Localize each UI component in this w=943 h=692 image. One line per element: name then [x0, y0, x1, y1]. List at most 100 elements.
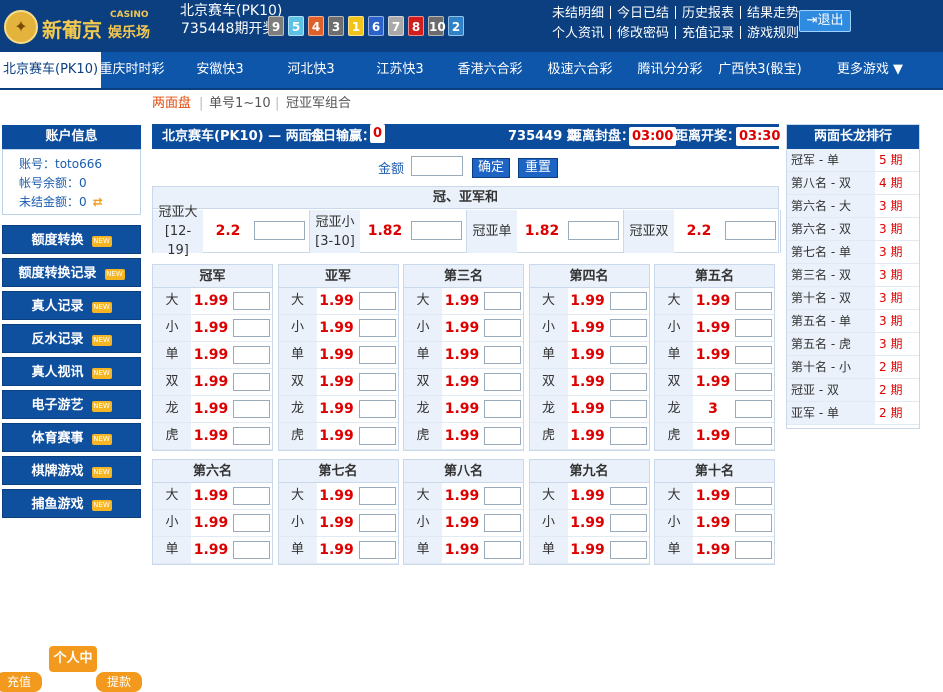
sidebar-button[interactable]: 反水记录 NEW — [2, 324, 141, 353]
bet-amount-input[interactable] — [233, 541, 270, 559]
nav-game-3[interactable]: 河北快3 — [287, 52, 334, 88]
bet-amount-input[interactable] — [484, 487, 521, 505]
sidebar-button[interactable]: 真人记录 NEW — [2, 291, 141, 320]
bet-amount-input[interactable] — [609, 373, 647, 391]
bet-amount-input[interactable] — [609, 487, 647, 505]
bet-amount-input[interactable] — [609, 292, 647, 310]
top-link[interactable]: 结果走势 — [747, 6, 799, 21]
bet-amount-input[interactable] — [358, 487, 396, 505]
bet-amount-input[interactable] — [484, 400, 521, 418]
nav-game-9[interactable]: 更多游戏 ▼ — [837, 52, 903, 88]
personal-center-button[interactable]: 个人中 — [49, 646, 97, 672]
bet-amount-input[interactable] — [609, 346, 647, 364]
bet-amount-input[interactable] — [484, 373, 521, 391]
bet-amount-input[interactable] — [358, 541, 396, 559]
bet-amount-input[interactable] — [484, 319, 521, 337]
logout-button[interactable]: ⇥退出 — [799, 10, 851, 32]
ranking-label: 第十名 - 双 — [787, 287, 875, 309]
bet-amount-input[interactable] — [484, 292, 521, 310]
bet-amount-input[interactable] — [233, 427, 270, 445]
bet-name: 小 — [278, 315, 317, 341]
top-link[interactable]: 充值记录 — [682, 26, 734, 41]
bet-amount-input[interactable] — [609, 541, 647, 559]
tab-liangmianpan[interactable]: 两面盘 — [152, 90, 191, 118]
bet-amount-input[interactable] — [735, 373, 772, 391]
bet-amount-input[interactable] — [358, 292, 396, 310]
top-link[interactable]: 未结明细 — [552, 6, 604, 21]
bet-amount-input[interactable] — [358, 427, 396, 445]
sidebar-button[interactable]: 额度转换 NEW — [2, 225, 141, 254]
bet-amount-input[interactable] — [735, 427, 772, 445]
sidebar-button[interactable]: 电子游艺 NEW — [2, 390, 141, 419]
nav-game-1[interactable]: 重庆时时彩 — [99, 52, 164, 88]
nav-game-7[interactable]: 腾讯分分彩 — [637, 52, 702, 88]
guanya-bet-input[interactable] — [411, 221, 462, 240]
sidebar-button[interactable]: 棋牌游戏 NEW — [2, 456, 141, 485]
bet-amount-input[interactable] — [609, 514, 647, 532]
bet-name: 双 — [404, 369, 442, 395]
site-logo[interactable]: ✦ 新葡京 CASINO 娱乐场 — [4, 8, 150, 44]
top-link[interactable]: 个人资讯 — [552, 26, 604, 41]
bet-amount-input[interactable] — [735, 514, 772, 532]
top-link[interactable]: 修改密码 — [617, 26, 669, 41]
bet-amount-input[interactable] — [233, 319, 270, 337]
bet-amount-input[interactable] — [609, 400, 647, 418]
nav-game-4[interactable]: 江苏快3 — [376, 52, 423, 88]
guanya-bet-input[interactable] — [568, 221, 619, 240]
bet-amount-input[interactable] — [735, 487, 772, 505]
panel-title: 北京赛车(PK10) — 两面盘 — [162, 129, 325, 144]
bet-amount-input[interactable] — [735, 319, 772, 337]
bet-amount-input[interactable] — [233, 292, 270, 310]
bet-amount-input[interactable] — [358, 319, 396, 337]
guanya-bet-input[interactable] — [254, 221, 305, 240]
guanya-bet-name: 冠亚大[12-19] — [153, 205, 203, 258]
nav-game-6[interactable]: 极速六合彩 — [547, 52, 612, 88]
sidebar-button[interactable]: 额度转换记录 NEW — [2, 258, 141, 287]
bet-odds: 1.99 — [570, 428, 605, 444]
bet-odds: 1.99 — [193, 320, 229, 336]
sidebar-button[interactable]: 体育赛事 NEW — [2, 423, 141, 452]
bet-amount-input[interactable] — [484, 514, 521, 532]
sidebar-button[interactable]: 捕鱼游戏 NEW — [2, 489, 141, 518]
top-link[interactable]: 游戏规则 — [747, 26, 799, 41]
withdraw-button[interactable]: 提款 — [96, 672, 142, 692]
top-link[interactable]: 历史报表 — [682, 6, 734, 21]
ranking-row: 第十名 - 双 3 期 — [787, 287, 919, 310]
top-link[interactable]: 今日已结 — [617, 6, 669, 21]
guanya-bet-cell: 冠亚单 1.82 — [467, 210, 624, 253]
amount-input[interactable] — [411, 156, 463, 176]
bet-amount-input[interactable] — [484, 541, 521, 559]
nav-game-8[interactable]: 广西快3(骰宝) — [718, 52, 801, 88]
bet-amount-input[interactable] — [233, 346, 270, 364]
bet-amount-input[interactable] — [358, 400, 396, 418]
bet-amount-input[interactable] — [484, 346, 521, 364]
position-title: 第三名 — [404, 265, 523, 288]
bet-amount-input[interactable] — [233, 487, 270, 505]
bet-amount-input[interactable] — [233, 373, 270, 391]
tab-guanya-combo[interactable]: 冠亚军组合 — [286, 90, 351, 118]
new-badge: NEW — [91, 401, 112, 412]
tab-single-number[interactable]: 单号1~10 — [209, 90, 271, 118]
sidebar-button[interactable]: 真人视讯 NEW — [2, 357, 141, 386]
nav-game-0[interactable]: 北京赛车(PK10) — [0, 52, 102, 88]
refresh-icon[interactable]: ⇄ — [93, 195, 103, 209]
bet-amount-input[interactable] — [609, 427, 647, 445]
bet-amount-input[interactable] — [735, 346, 772, 364]
bet-amount-input[interactable] — [358, 373, 396, 391]
ranking-row: 第六名 - 双 3 期 — [787, 218, 919, 241]
confirm-button[interactable]: 确定 — [472, 158, 510, 178]
bet-amount-input[interactable] — [484, 427, 521, 445]
bet-amount-input[interactable] — [609, 319, 647, 337]
bet-amount-input[interactable] — [358, 346, 396, 364]
nav-game-2[interactable]: 安徽快3 — [196, 52, 243, 88]
bet-amount-input[interactable] — [735, 400, 772, 418]
bet-amount-input[interactable] — [233, 514, 270, 532]
bet-amount-input[interactable] — [735, 541, 772, 559]
deposit-button[interactable]: 充值 — [0, 672, 42, 692]
bet-amount-input[interactable] — [735, 292, 772, 310]
nav-game-5[interactable]: 香港六合彩 — [457, 52, 522, 88]
bet-amount-input[interactable] — [233, 400, 270, 418]
guanya-bet-input[interactable] — [725, 221, 776, 240]
bet-amount-input[interactable] — [358, 514, 396, 532]
reset-button[interactable]: 重置 — [518, 158, 558, 178]
